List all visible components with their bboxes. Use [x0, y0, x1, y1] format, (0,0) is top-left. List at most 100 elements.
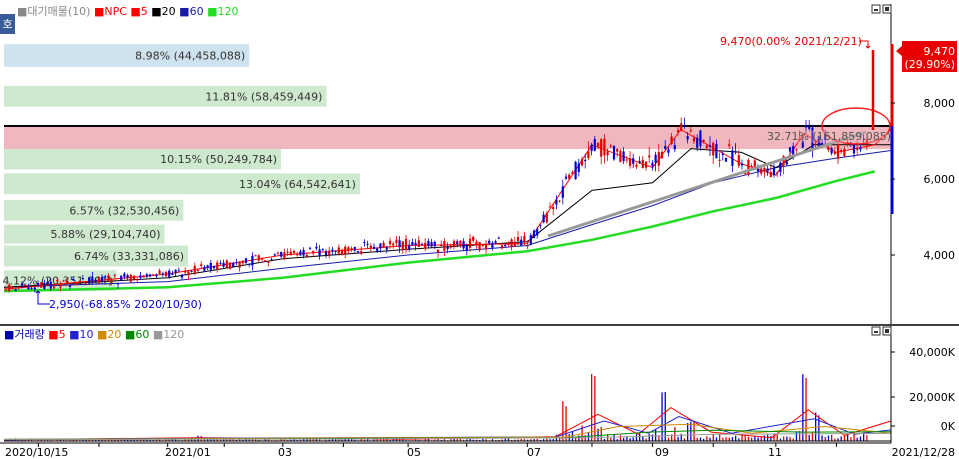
candle-body [420, 244, 424, 246]
minimize-glyph [874, 9, 878, 11]
legend-item[interactable]: ■대기매물(10) [17, 5, 94, 18]
candle-body [689, 130, 692, 132]
candle-body [257, 255, 260, 261]
current-price-value: 9,470 [924, 45, 956, 58]
volume-axis-label-0k: 0K [941, 420, 956, 433]
candle-body [17, 286, 20, 288]
legend-item[interactable]: ■거래량 [4, 328, 48, 341]
candle-body [27, 287, 30, 290]
legend-item[interactable]: ■5 [48, 328, 69, 341]
candle-body [14, 289, 17, 291]
volume-bar [639, 433, 641, 441]
candle-body [104, 276, 107, 278]
candle-body [46, 281, 49, 285]
candle-body [129, 274, 132, 282]
candle-body [478, 241, 481, 251]
candle-body [632, 158, 635, 164]
candle-body [664, 146, 667, 149]
candle-body [356, 251, 360, 253]
candle-body [433, 241, 436, 247]
candle-body [670, 136, 673, 145]
candle-body [238, 261, 241, 268]
candle-body [289, 251, 292, 256]
candle-body [808, 126, 811, 129]
volume-bar [747, 436, 750, 441]
candle-body [571, 172, 574, 175]
candle-body [481, 244, 484, 246]
candle-body [65, 280, 68, 285]
volume-axis-label-40000k: 40,000K [909, 346, 955, 359]
candle-body [510, 239, 513, 247]
legend-item[interactable]: ■20 [97, 328, 125, 341]
candle-body [539, 224, 542, 226]
candle-body [148, 274, 152, 277]
volume-bar [805, 378, 807, 441]
candle-body [529, 235, 532, 244]
legend-item[interactable]: ■60 [179, 5, 207, 18]
candle-body [833, 151, 836, 154]
candle-body [392, 243, 395, 246]
legend-item[interactable]: ■5 [130, 5, 151, 18]
legend-item[interactable]: ■NPC [94, 5, 130, 18]
candle-body [609, 145, 612, 147]
candle-body [622, 151, 625, 162]
candle-body [155, 274, 158, 277]
candle-body [750, 165, 753, 167]
volume-maximize-glyph [885, 329, 889, 333]
candle-body [177, 270, 180, 272]
candle-body [747, 159, 750, 175]
candle-body [276, 252, 280, 254]
candle-body [721, 153, 724, 155]
candle-body [388, 241, 392, 245]
volume-profile-label: 8.98% (44,458,088) [135, 50, 245, 63]
candle-body [328, 250, 331, 256]
price-axis-label-8000: 8,000 [924, 97, 956, 110]
candle-body [372, 246, 376, 250]
volume-legend: ■거래량 ■5 ■10 ■20 ■60 ■120 [4, 328, 184, 341]
volume-bar [664, 392, 666, 441]
price-legend: ■대기매물(10) ■NPC ■5 ■20 ■60 ■120 [17, 5, 238, 18]
legend-item[interactable]: ■10 [69, 328, 97, 341]
candle-body [337, 247, 340, 254]
price-axis-label-4000: 4,000 [924, 249, 956, 262]
legend-item[interactable]: ■60 [125, 328, 153, 341]
candle-body [84, 282, 88, 284]
candle-body [760, 168, 763, 174]
candle-body [52, 286, 56, 289]
candle-body [4, 288, 8, 290]
volume-bar [821, 435, 823, 441]
volume-bar [667, 437, 670, 441]
volume-bar [728, 437, 730, 441]
candle-body [699, 130, 702, 147]
candle-body [660, 151, 664, 159]
candle-body [139, 275, 142, 278]
candle-body [804, 125, 808, 128]
candle-body [651, 162, 654, 166]
volume-bar [571, 431, 574, 441]
candle-body [72, 278, 75, 281]
candle-body [683, 124, 686, 126]
legend-item[interactable]: ■120 [153, 328, 184, 341]
candle-body [283, 252, 286, 260]
volume-bar [843, 435, 846, 441]
candle-body [772, 167, 776, 176]
volume-bar [674, 427, 676, 441]
volume-bar [642, 436, 644, 441]
candle-body [494, 241, 497, 243]
volume-minimize-glyph [874, 331, 878, 333]
candle-body [264, 260, 267, 262]
candle-body [520, 239, 523, 246]
volume-bar [626, 436, 628, 441]
legend-item[interactable]: ■120 [207, 5, 238, 18]
candle-body [459, 240, 462, 245]
legend-item[interactable]: ■20 [151, 5, 179, 18]
volume-bar [783, 436, 785, 441]
candle-body [161, 273, 164, 275]
volume-bar [731, 437, 734, 441]
candle-body [299, 251, 302, 256]
candle-body [193, 265, 196, 274]
volume-bar [600, 426, 602, 441]
volume-bar [866, 435, 868, 441]
candle-body [596, 143, 600, 147]
candle-body [68, 285, 72, 287]
